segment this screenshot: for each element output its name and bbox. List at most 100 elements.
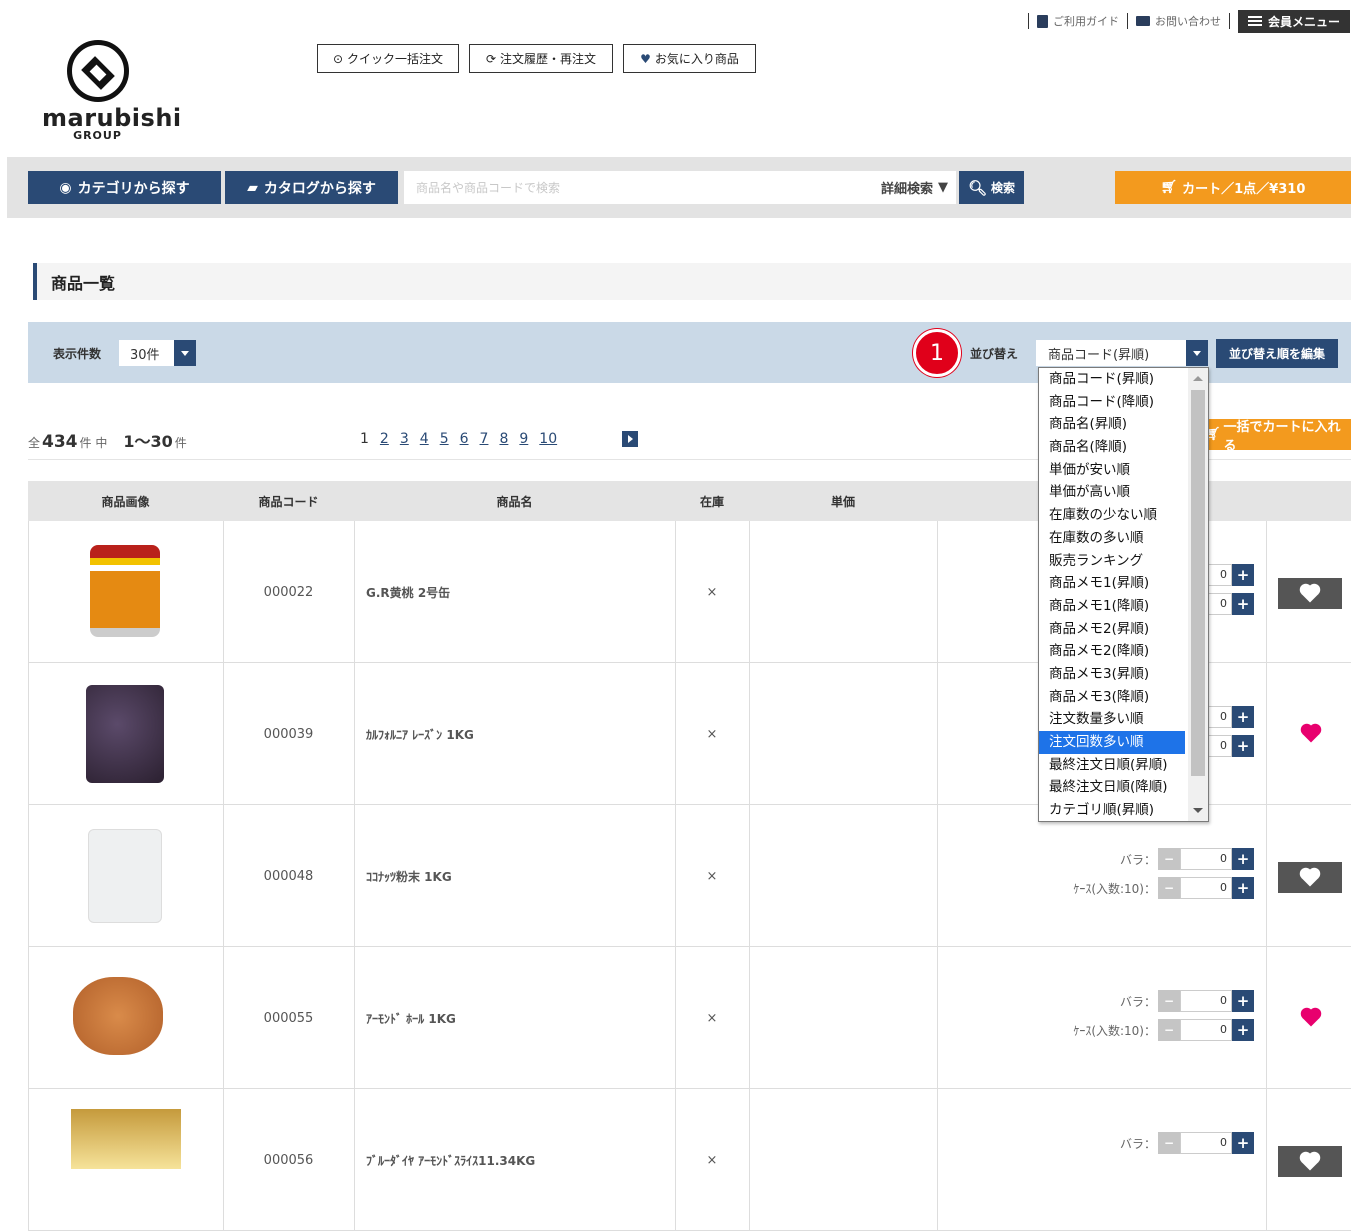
decrement-button[interactable]: −: [1158, 1132, 1180, 1154]
increment-button[interactable]: +: [1232, 735, 1254, 757]
divider: [1126, 13, 1128, 29]
sort-label: 並び替え: [970, 347, 1019, 361]
site-logo[interactable]: marubishi GROUP: [30, 40, 181, 142]
sort-option[interactable]: 単価が安い順: [1039, 459, 1185, 482]
sort-option[interactable]: 商品メモ3(降順): [1039, 686, 1185, 709]
per-page-select[interactable]: 30件: [119, 340, 196, 366]
add-favorite-button[interactable]: [1278, 578, 1342, 609]
sort-option[interactable]: 注文回数多い順: [1039, 731, 1185, 754]
search-input[interactable]: 商品名や商品コードで検索: [404, 179, 881, 196]
sort-option[interactable]: 注文数量多い順: [1039, 708, 1185, 731]
quantity-input[interactable]: 0: [1180, 990, 1232, 1012]
quantity-input[interactable]: 0: [1180, 1019, 1232, 1041]
sort-option[interactable]: 商品メモ3(昇順): [1039, 663, 1185, 686]
quantity-stepper: ｹｰｽ(入数:10)： − 0 +: [1073, 1019, 1254, 1041]
chevron-down-icon: [174, 340, 196, 366]
sort-option[interactable]: 在庫数の多い順: [1039, 527, 1185, 550]
product-image[interactable]: [28, 947, 223, 1089]
cart-button[interactable]: 🛒︎ カート／1点／¥310: [1115, 171, 1351, 204]
page-link[interactable]: 5: [440, 431, 449, 447]
quantity-unit-label: バラ：: [1119, 852, 1156, 867]
increment-button[interactable]: +: [1232, 706, 1254, 728]
product-name-link[interactable]: ｱｰﾓﾝﾄﾞ ﾎｰﾙ 1KG: [354, 947, 675, 1089]
product-image[interactable]: [28, 805, 223, 947]
search-icon: 🔍︎: [967, 178, 988, 197]
decrement-button[interactable]: −: [1158, 990, 1180, 1012]
sort-option[interactable]: 最終注文日順(昇順): [1039, 754, 1185, 777]
quantity-input[interactable]: 0: [1180, 1132, 1232, 1154]
favorite-toggle[interactable]: [1302, 725, 1320, 743]
clock-icon: ⊙: [332, 51, 344, 66]
product-name-link[interactable]: ｶﾙﾌｫﾙﾆｱ ﾚｰｽﾞﾝ 1KG: [354, 663, 675, 805]
sort-select[interactable]: 商品コード(昇順): [1036, 340, 1208, 366]
catalog-search-button[interactable]: ▰ カタログから探す: [225, 171, 398, 204]
page-link[interactable]: 8: [499, 431, 508, 447]
pagination: 1 2 3 4 5 6 7 8 9 10: [360, 431, 568, 447]
sort-option[interactable]: 在庫数の少ない順: [1039, 504, 1185, 527]
increment-button[interactable]: +: [1232, 990, 1254, 1012]
page-link[interactable]: 4: [420, 431, 429, 447]
product-image[interactable]: [28, 663, 223, 805]
search-button[interactable]: 🔍︎ 検索: [959, 171, 1024, 204]
edit-sort-order-button[interactable]: 並び替え順を編集: [1216, 339, 1338, 368]
column-header-name[interactable]: 商品名: [354, 481, 675, 521]
sort-option[interactable]: 最終注文日順(降順): [1039, 776, 1185, 799]
page-link[interactable]: 9: [519, 431, 528, 447]
scrollbar[interactable]: [1188, 368, 1208, 821]
order-history-button[interactable]: ⟳ 注文履歴・再注文: [469, 44, 613, 73]
quantity-input[interactable]: 0: [1180, 877, 1232, 899]
favorite-toggle[interactable]: [1302, 1009, 1320, 1027]
product-image[interactable]: [28, 1089, 223, 1231]
favorites-button[interactable]: ♥ お気に入り商品: [623, 44, 756, 73]
next-page-button[interactable]: [622, 431, 638, 447]
sort-option[interactable]: 商品メモ2(昇順): [1039, 618, 1185, 641]
decrement-button[interactable]: −: [1158, 1019, 1180, 1041]
guide-link[interactable]: ご利用ガイド: [1036, 13, 1119, 29]
increment-button[interactable]: +: [1232, 877, 1254, 899]
sort-option[interactable]: 商品メモ1(降順): [1039, 595, 1185, 618]
scroll-up-icon[interactable]: [1193, 376, 1203, 381]
product-name-link[interactable]: ｺｺﾅｯﾂ粉末 1KG: [354, 805, 675, 947]
bulk-add-to-cart-button[interactable]: 🛒︎ 一括でカートに入れる: [1204, 419, 1351, 454]
sort-option[interactable]: 商品名(昇順): [1039, 413, 1185, 436]
sort-option[interactable]: 商品メモ2(降順): [1039, 640, 1185, 663]
product-name-link[interactable]: G.R黄桃 2号缶: [354, 521, 675, 663]
increment-button[interactable]: +: [1232, 564, 1254, 586]
per-page-label: 表示件数: [53, 347, 102, 361]
page-link[interactable]: 3: [400, 431, 409, 447]
logo-mark: [66, 40, 129, 102]
scrollbar-thumb[interactable]: [1191, 390, 1205, 776]
sort-option[interactable]: 商品名(降順): [1039, 436, 1185, 459]
increment-button[interactable]: +: [1232, 848, 1254, 870]
sort-dropdown-list[interactable]: 商品コード(昇順) 商品コード(降順) 商品名(昇順) 商品名(降順) 単価が安い順 単価…: [1038, 367, 1209, 822]
advanced-search-toggle[interactable]: 詳細検索 ▼: [881, 178, 956, 197]
increment-button[interactable]: +: [1232, 593, 1254, 615]
sort-option[interactable]: 販売ランキング: [1039, 550, 1185, 573]
sort-option[interactable]: 商品コード(降順): [1039, 391, 1185, 414]
sort-option[interactable]: 商品メモ1(昇順): [1039, 572, 1185, 595]
product-image[interactable]: [28, 521, 223, 663]
contact-link[interactable]: お問い合わせ: [1135, 13, 1221, 29]
column-header-code[interactable]: 商品コード: [223, 481, 354, 521]
decrement-button[interactable]: −: [1158, 877, 1180, 899]
page-link[interactable]: 2: [380, 431, 389, 447]
quantity-unit-label: バラ：: [1119, 994, 1156, 1009]
scroll-down-icon[interactable]: [1193, 808, 1203, 813]
increment-button[interactable]: +: [1232, 1132, 1254, 1154]
quantity-input[interactable]: 0: [1180, 848, 1232, 870]
decrement-button[interactable]: −: [1158, 848, 1180, 870]
callout-badge: 1: [913, 329, 961, 377]
page-link[interactable]: 10: [539, 431, 557, 447]
add-favorite-button[interactable]: [1278, 862, 1342, 893]
category-search-button[interactable]: ◉ カテゴリから探す: [28, 171, 221, 204]
page-link[interactable]: 6: [460, 431, 469, 447]
sort-option[interactable]: カテゴリ順(昇順): [1039, 799, 1185, 822]
sort-option[interactable]: 単価が高い順: [1039, 481, 1185, 504]
quick-order-button[interactable]: ⊙ クイック一括注文: [317, 44, 459, 73]
page-link[interactable]: 7: [480, 431, 489, 447]
sort-option[interactable]: 商品コード(昇順): [1039, 368, 1185, 391]
stock-status: ×: [706, 584, 718, 600]
product-name-link[interactable]: ﾌﾞﾙｰﾀﾞｲﾔ ｱｰﾓﾝﾄﾞｽﾗｲｽ11.34KG: [354, 1089, 675, 1231]
member-menu-button[interactable]: 会員メニュー: [1237, 9, 1350, 33]
increment-button[interactable]: +: [1232, 1019, 1254, 1041]
